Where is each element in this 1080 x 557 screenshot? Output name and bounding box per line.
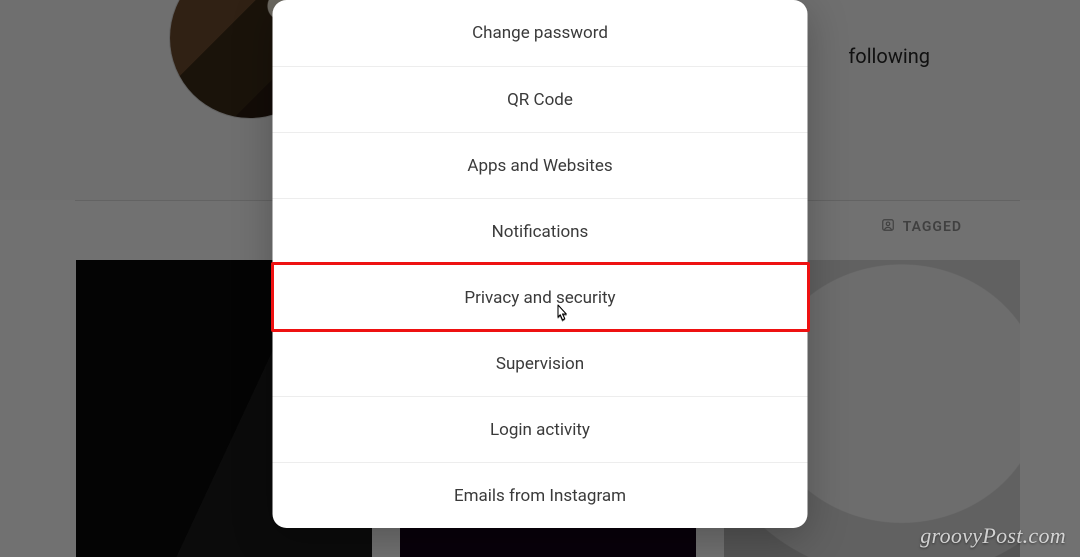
menu-item-label: Notifications [492, 222, 589, 242]
menu-item-supervision[interactable]: Supervision [273, 330, 808, 396]
menu-item-emails-from-instagram[interactable]: Emails from Instagram [273, 462, 808, 528]
menu-item-notifications[interactable]: Notifications [273, 198, 808, 264]
menu-item-change-password[interactable]: Change password [273, 0, 808, 66]
menu-item-label: Emails from Instagram [454, 486, 626, 506]
menu-item-privacy-and-security[interactable]: Privacy and security [273, 264, 808, 330]
menu-item-label: Privacy and security [464, 288, 615, 308]
menu-item-apps-and-websites[interactable]: Apps and Websites [273, 132, 808, 198]
screenshot-stage: following TAGGED Change password QR Cod [0, 0, 1080, 557]
settings-menu-modal: Change password QR Code Apps and Website… [273, 0, 808, 528]
menu-item-label: Supervision [496, 354, 584, 374]
menu-item-label: QR Code [507, 90, 573, 110]
watermark-text: groovyPost.com [920, 523, 1066, 549]
menu-item-label: Apps and Websites [467, 156, 612, 176]
menu-item-login-activity[interactable]: Login activity [273, 396, 808, 462]
menu-item-qr-code[interactable]: QR Code [273, 66, 808, 132]
menu-item-label: Change password [472, 23, 608, 43]
menu-item-label: Login activity [490, 420, 590, 440]
